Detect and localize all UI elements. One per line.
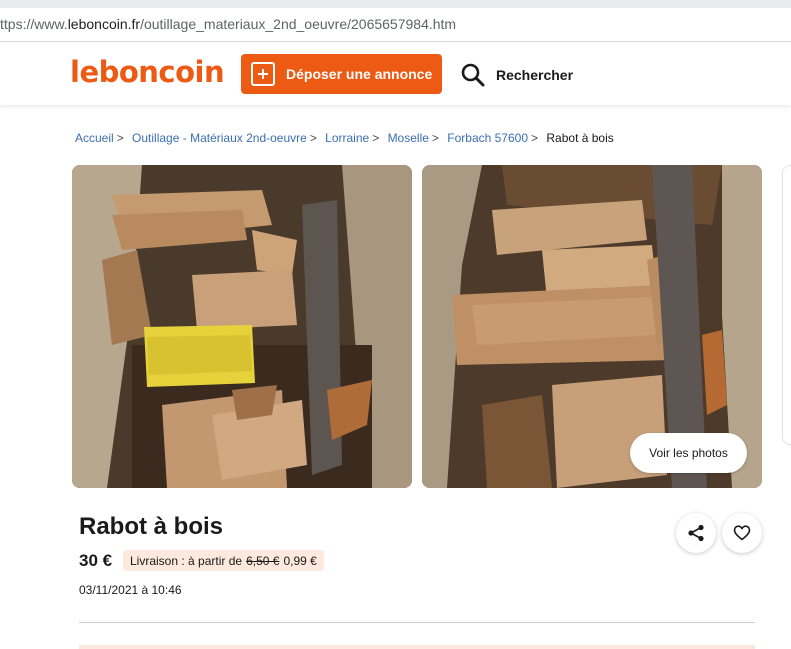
search-button[interactable]: Rechercher (460, 61, 573, 89)
breadcrumb-separator: > (372, 131, 380, 145)
breadcrumb-separator: > (431, 131, 439, 145)
breadcrumb-category[interactable]: Outillage - Matériaux 2nd-oeuvre (132, 131, 307, 145)
search-icon (461, 63, 485, 87)
breadcrumb-department[interactable]: Moselle (388, 131, 429, 145)
breadcrumb: Accueil > Outillage - Matériaux 2nd-oeuvr… (75, 131, 614, 145)
post-ad-button[interactable]: Déposer une annonce (241, 54, 442, 94)
section-divider (79, 622, 755, 623)
listing-title: Rabot à bois (79, 513, 224, 540)
breadcrumb-separator: > (116, 131, 124, 145)
url-path: /outillage_materiaux_2nd_oeuvre/20656579… (140, 16, 457, 32)
url-host: leboncoin.fr (67, 16, 141, 32)
next-section-edge (79, 645, 755, 649)
listing-date: 03/11/2021 à 10:46 (79, 583, 182, 597)
browser-address-bar[interactable]: ttps://www.leboncoin.fr/outillage_materi… (0, 0, 791, 42)
breadcrumb-separator: > (309, 131, 317, 145)
delivery-old-price: 6,50 € (246, 553, 280, 568)
url-text[interactable]: ttps://www.leboncoin.fr/outillage_materi… (0, 16, 456, 32)
delivery-prefix: Livraison : à partir de (130, 553, 243, 568)
breadcrumb-current: Rabot à bois (546, 131, 614, 145)
browser-tab-strip (0, 0, 791, 8)
listing-photo-1[interactable] (72, 165, 412, 488)
breadcrumb-separator: > (531, 131, 539, 145)
site-header: leboncoin Déposer une annonce Rechercher (0, 43, 791, 105)
plus-square-icon (251, 62, 275, 86)
share-icon (688, 524, 704, 542)
search-label: Rechercher (496, 67, 574, 83)
post-ad-label: Déposer une annonce (286, 66, 433, 82)
see-photos-button[interactable]: Voir les photos (630, 433, 747, 473)
favorite-button[interactable] (722, 513, 762, 553)
breadcrumb-home[interactable]: Accueil (75, 131, 114, 145)
sidebar-card-edge (782, 165, 791, 445)
url-prefix: ttps://www. (0, 16, 68, 32)
delivery-badge: Livraison : à partir de 6,50 € 0,99 € (123, 550, 324, 571)
heart-icon (733, 525, 751, 541)
photo-wood-planes-box-1 (72, 165, 412, 488)
leboncoin-logo[interactable]: leboncoin (70, 55, 225, 89)
share-button[interactable] (676, 513, 716, 553)
listing-price: 30 € (79, 551, 113, 570)
breadcrumb-region[interactable]: Lorraine (325, 131, 369, 145)
breadcrumb-city[interactable]: Forbach 57600 (447, 131, 528, 145)
delivery-price: 0,99 € (283, 553, 317, 568)
